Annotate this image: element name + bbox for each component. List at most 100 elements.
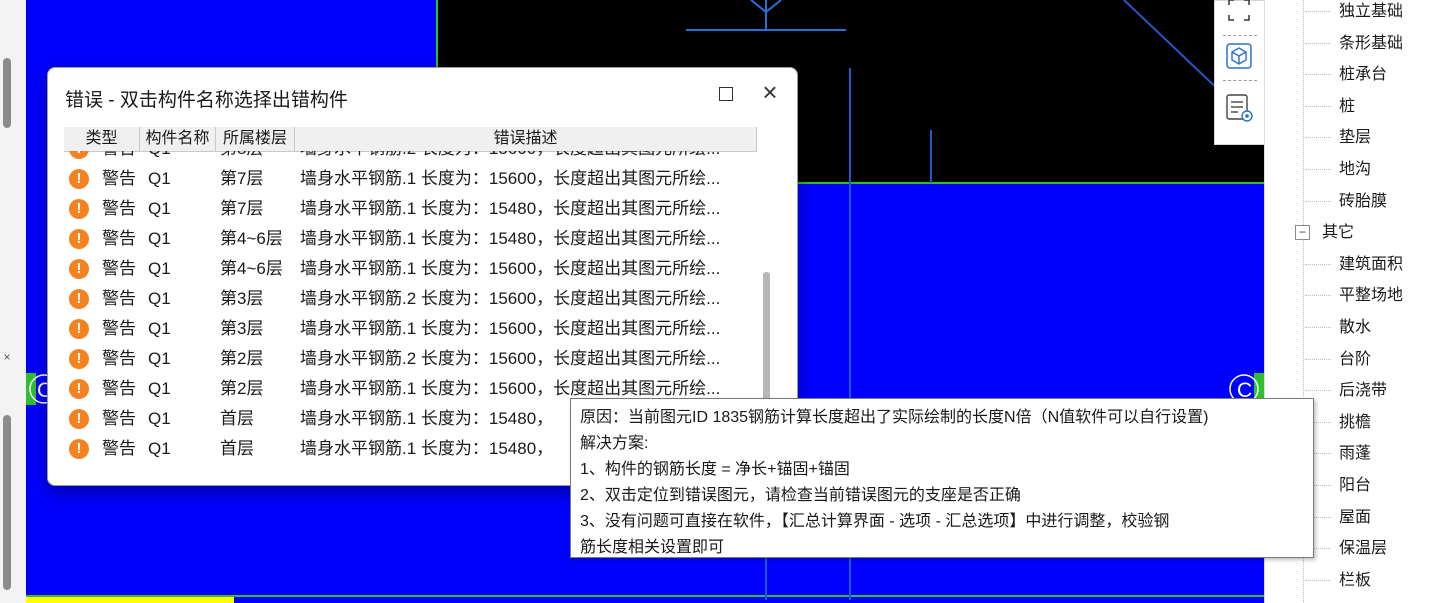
cell-component-name[interactable]: Q1 [148,164,171,194]
cell-floor: 第2层 [220,349,264,368]
tree-connector [1305,105,1331,107]
warning-icon: ! [69,409,89,429]
cell-floor: 第4~6层 [220,259,283,278]
cell-type: 警告 [102,151,136,164]
left-scrollbar-thumb-bottom[interactable] [3,415,11,590]
column-header-floor[interactable]: 所属楼层 [216,127,295,151]
tree-item-label: 屋面 [1339,508,1372,526]
column-header-description[interactable]: 错误描述 [295,127,757,151]
cell-floor: 第7层 [220,199,264,218]
table-row[interactable]: ! 警告 Q1 第3层 墙身水平钢筋.1 长度为：15600，长度超出其图元所绘... [64,314,764,344]
cell-floor: 第7层 [220,169,264,188]
list-view-icon[interactable] [1224,93,1254,123]
cell-description: 墙身水平钢筋.1 长度为：15600，长度超出其图元所绘... [300,169,721,188]
cell-component-name[interactable]: Q1 [148,374,171,404]
cell-type: 警告 [102,409,136,428]
tree-item[interactable]: − 其它 [1265,217,1450,248]
cell-component-name[interactable]: Q1 [148,151,171,164]
toolbar-divider [1223,80,1257,81]
cell-component-name[interactable]: Q1 [148,434,171,464]
fullscreen-icon[interactable] [1224,0,1254,25]
cell-type: 警告 [102,379,136,398]
cell-description: 墙身水平钢筋.2 长度为：15600，长度超出其图元所绘... [300,349,721,368]
table-row[interactable]: ! 警告 Q1 第7层 墙身水平钢筋.1 长度为：15480，长度超出其图元所绘... [64,194,764,224]
close-icon[interactable]: × [0,349,14,365]
table-row[interactable]: ! 警告 Q1 第7层 墙身水平钢筋.1 长度为：15600，长度超出其图元所绘... [64,164,764,194]
cell-description: 墙身水平钢筋.1 长度为：15480，长度超出其图元所绘... [300,229,721,248]
close-icon[interactable]: × [758,79,782,106]
cell-component-name[interactable]: Q1 [148,284,171,314]
column-header-type[interactable]: 类型 [64,127,140,151]
view-toolbar [1214,0,1266,145]
cell-component-name[interactable]: Q1 [148,344,171,374]
cell-component-name[interactable]: Q1 [148,314,171,344]
tree-item[interactable]: 独立基础 [1265,0,1450,27]
table-row[interactable]: ! 警告 Q1 第4~6层 墙身水平钢筋.1 长度为：15480，长度超出其图元所绘..… [64,224,764,254]
tree-item[interactable]: 条形基础 [1265,28,1450,59]
cell-component-name[interactable]: Q1 [148,254,171,284]
tree-item-label: 垫层 [1339,129,1372,147]
cell-floor: 首层 [220,439,254,458]
cell-component-name[interactable]: Q1 [148,224,171,254]
tree-connector [1305,579,1331,581]
tooltip-line: 1、构件的钢筋长度 = 净长+锚固+锚固 [580,461,850,478]
warning-icon: ! [69,379,89,399]
tree-item[interactable]: 垫层 [1265,122,1450,153]
table-row[interactable]: ! 警告 Q1 第2层 墙身水平钢筋.2 长度为：15600，长度超出其图元所绘... [64,344,764,374]
cell-component-name[interactable]: Q1 [148,194,171,224]
tooltip-line: 筋长度相关设置即可 [580,539,725,556]
tooltip-line: 2、双击定位到错误图元，请检查当前错误图元的支座是否正确 [580,487,1021,504]
tree-item[interactable]: 平整场地 [1265,280,1450,311]
tree-item[interactable]: 栏板 [1265,565,1450,596]
table-row[interactable]: ! 警告 Q1 第8层 墙身水平钢筋.2 长度为：15600，长度超出其图元所绘... [64,151,764,164]
table-header: 类型 构件名称 所属楼层 错误描述 [64,127,757,152]
left-scrollbar-thumb-top[interactable] [3,58,11,128]
tree-item-label: 地沟 [1339,161,1372,178]
tree-item[interactable]: 建筑面积 [1265,249,1450,280]
tree-connector [1305,295,1331,297]
tree-item-label: 砖胎膜 [1339,192,1388,210]
cell-type: 警告 [102,229,136,248]
tree-item[interactable]: 散水 [1265,312,1450,343]
tree-item[interactable]: 桩 [1265,91,1450,122]
cell-type: 警告 [102,169,136,188]
tree-connector [1305,263,1331,265]
dialog-title: 错误 - 双击构件名称选择出错构件 [65,90,348,111]
cell-description: 墙身水平钢筋.2 长度为：15600，长度超出其图元所绘... [300,151,720,164]
tree-item-label: 后浇带 [1339,382,1388,400]
tree-item-label: 台阶 [1339,350,1372,368]
cell-floor: 第8层 [220,151,263,164]
cell-component-name[interactable]: Q1 [148,404,171,434]
warning-icon: ! [69,259,89,279]
cell-description: 墙身水平钢筋.1 长度为：15480， [300,409,554,428]
error-tooltip: 原因：当前图元ID 1835钢筋计算长度超出了实际绘制的长度N倍（N值软件可以自… [570,398,1314,558]
collapse-icon[interactable]: − [1295,225,1310,241]
tree-item[interactable]: 地沟 [1265,154,1450,185]
cell-description: 墙身水平钢筋.1 长度为：15600，长度超出其图元所绘... [300,259,721,278]
tree-item-label: 其它 [1322,224,1355,242]
tooltip-line: 3、没有问题可直接在软件，【汇总计算界面 - 选项 - 汇总选项】中进行调整，校… [580,513,1170,530]
tree-item-label: 挑檐 [1339,413,1372,431]
3d-view-icon[interactable] [1224,41,1254,71]
tree-item[interactable]: 台阶 [1265,344,1450,375]
tree-connector [1305,11,1331,12]
table-row[interactable]: ! 警告 Q1 第3层 墙身水平钢筋.2 长度为：15600，长度超出其图元所绘... [64,284,764,314]
cell-description: 墙身水平钢筋.1 长度为：15480，长度超出其图元所绘... [300,199,721,218]
maximize-icon[interactable] [719,87,733,101]
tree-item-label: 平整场地 [1339,287,1404,305]
tree-connector [1305,137,1331,139]
tree-item[interactable]: 砖胎膜 [1265,186,1450,217]
column-header-name[interactable]: 构件名称 [140,127,216,151]
tree-item-label: 桩 [1339,97,1356,115]
tree-connector [1305,327,1331,328]
tree-item-label: 建筑面积 [1339,255,1404,273]
tree-item-label: 阳台 [1339,477,1372,494]
warning-icon: ! [69,229,89,249]
tree-connector [1305,358,1331,360]
tree-item-label: 桩承台 [1339,66,1388,84]
warning-icon: ! [69,289,89,309]
tree-connector [1305,74,1331,76]
cell-type: 警告 [102,439,136,458]
table-row[interactable]: ! 警告 Q1 第4~6层 墙身水平钢筋.1 长度为：15600，长度超出其图元所绘..… [64,254,764,284]
tree-item[interactable]: 桩承台 [1265,59,1450,90]
